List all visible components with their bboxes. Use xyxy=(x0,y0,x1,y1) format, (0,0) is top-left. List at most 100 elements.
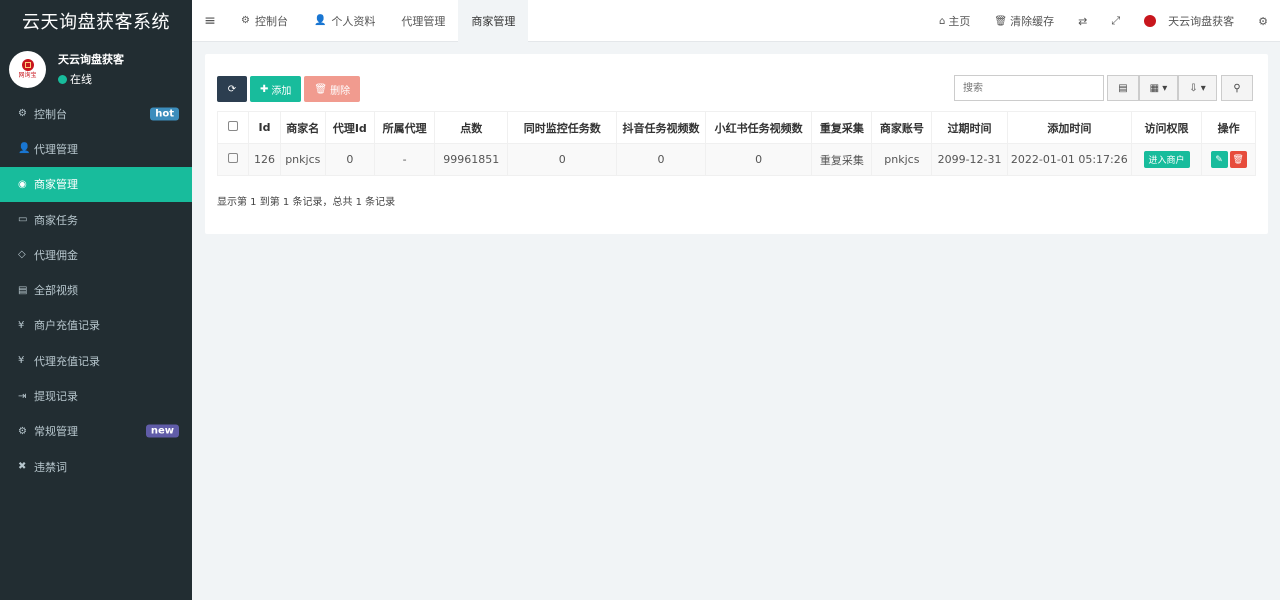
column-header[interactable]: 访问权限 xyxy=(1130,111,1203,144)
home-link[interactable]: ⌂ 主页 xyxy=(927,13,982,29)
table-cell: 99961851 xyxy=(434,143,509,176)
edit-icon[interactable]: ✎ xyxy=(1210,151,1228,168)
user-name: 天云询盘获客 xyxy=(58,53,124,66)
search-button[interactable]: ⚲ xyxy=(1221,75,1253,101)
tab-3[interactable]: 商家管理 xyxy=(458,0,529,42)
dashboard-icon: ⚙ xyxy=(18,108,27,120)
sidebar-item-0[interactable]: ⚙ 控制台 hot xyxy=(0,96,192,131)
sidebar-menu: ⚙ 控制台 hot 👤 代理管理 ◉ 商家管理 ▭ 商家任务 ◇ 代理佣金 ▤ 全部视频 ¥ 商户充值记录 ¥… xyxy=(0,96,192,484)
cogs-icon: ⚙ xyxy=(18,425,27,437)
column-header[interactable]: Id xyxy=(248,111,282,144)
tab-0[interactable]: ⚙ 控制台 xyxy=(228,0,301,42)
column-header[interactable]: 代理Id xyxy=(324,111,376,144)
merchant-table: Id 商家名 代理Id 所属代理 点数 同时监控任务数 抖音任务视频数 小红书任务视频数 重复采… xyxy=(216,111,1256,176)
column-header[interactable]: 商家账号 xyxy=(871,111,933,144)
column-header[interactable]: 添加时间 xyxy=(1006,111,1132,144)
sidebar-item-label: 违禁词 xyxy=(34,460,67,474)
plus-icon: ✚ xyxy=(260,83,269,95)
home-icon: ⌂ xyxy=(939,15,946,27)
settings-icon[interactable]: ⚙ xyxy=(1246,15,1280,28)
account-menu[interactable]: 天云询盘获客 xyxy=(1132,13,1246,29)
table-cell: 126 xyxy=(248,143,282,176)
search-input[interactable] xyxy=(954,75,1104,101)
sidebar: 云天询盘获客系统 网询宝 天云询盘获客 在线 ⚙ 控制台 hot 👤 代理管理 ◉ 商家管理… xyxy=(0,0,192,600)
column-header[interactable]: 抖音任务视频数 xyxy=(616,111,706,144)
content-panel: ⟳ ✚添加 🗑删除 ▤ ▦ ▾ ⇩ ▾ ⚲ Id商家名代理Id所属代理点数同时监… xyxy=(205,54,1268,234)
user-icon: 👤 xyxy=(313,15,327,26)
column-header[interactable]: 点数 xyxy=(434,111,509,144)
tab-1[interactable]: 👤 个人资料 xyxy=(301,0,388,42)
sidebar-item-10[interactable]: ✖ 违禁词 xyxy=(0,449,192,484)
grid-icon: ▦ ▾ xyxy=(1149,82,1168,94)
avatar: 网询宝 xyxy=(9,50,46,88)
table-cell: 0 xyxy=(507,143,618,176)
columns-button[interactable]: ▦ ▾ xyxy=(1139,75,1178,101)
table-cell: 2099-12-31 xyxy=(931,143,1008,176)
sidebar-badge: hot xyxy=(150,107,179,121)
trash-icon: 🗑 xyxy=(314,83,328,95)
table-cell: 0 xyxy=(616,143,706,176)
trash-icon: 🗑 xyxy=(994,15,1008,27)
sidebar-item-6[interactable]: ¥ 商户充值记录 xyxy=(0,308,192,343)
tab-2[interactable]: 代理管理 xyxy=(388,0,458,42)
eye-icon: ◉ xyxy=(18,178,27,190)
sidebar-item-8[interactable]: ⇥ 提现记录 xyxy=(0,378,192,413)
row-checkbox[interactable] xyxy=(216,143,250,176)
column-header[interactable]: 小红书任务视频数 xyxy=(704,111,813,144)
table-cell: pnkjcs xyxy=(280,143,326,176)
sidebar-item-label: 提现记录 xyxy=(34,390,78,404)
delete-icon[interactable]: 🗑 xyxy=(1229,151,1247,168)
keyboard-icon: ▭ xyxy=(18,214,28,226)
table-cell: - xyxy=(374,143,436,176)
actions-cell: ✎ 🗑 xyxy=(1201,143,1256,176)
app-title[interactable]: 云天询盘获客系统 xyxy=(0,0,192,42)
account-avatar xyxy=(1144,15,1157,27)
sidebar-item-1[interactable]: 👤 代理管理 xyxy=(0,131,192,166)
sidebar-item-label: 代理佣金 xyxy=(34,248,78,262)
table-cell: 重复采集 xyxy=(811,143,873,176)
table-header: Id 商家名 代理Id 所属代理 点数 同时监控任务数 抖音任务视频数 小红书任务视频数 重复采… xyxy=(216,111,1256,144)
nav-tabs: ⚙ 控制台 👤 个人资料 代理管理 商家管理 xyxy=(228,0,529,42)
sidebar-item-9[interactable]: ⚙ 常规管理 new xyxy=(0,414,192,449)
menu-toggle-icon[interactable]: ≡ xyxy=(192,13,228,29)
search-icon: ⚲ xyxy=(1233,82,1241,94)
clear-cache-button[interactable]: 🗑 清除缓存 xyxy=(982,13,1066,29)
sidebar-item-5[interactable]: ▤ 全部视频 xyxy=(0,272,192,307)
access-cell: 进入商户 xyxy=(1130,143,1203,176)
column-header[interactable]: 过期时间 xyxy=(931,111,1008,144)
dashboard-icon: ⚙ xyxy=(241,15,250,26)
user-status: 在线 xyxy=(58,71,124,87)
diamond-icon: ◇ xyxy=(18,249,26,261)
column-header[interactable]: 重复采集 xyxy=(811,111,873,144)
sidebar-item-label: 控制台 xyxy=(34,107,67,121)
times-icon: ✖ xyxy=(18,461,27,473)
table-cell: 0 xyxy=(324,143,376,176)
toggle-view-button[interactable]: ▤ xyxy=(1107,75,1139,101)
sidebar-item-label: 商户充值记录 xyxy=(34,319,100,333)
export-button[interactable]: ⇩ ▾ xyxy=(1178,75,1217,101)
download-icon: ⇩ ▾ xyxy=(1189,82,1206,94)
refresh-button[interactable]: ⟳ xyxy=(217,76,247,102)
sidebar-item-7[interactable]: ¥ 代理充值记录 xyxy=(0,343,192,378)
sidebar-item-4[interactable]: ◇ 代理佣金 xyxy=(0,237,192,272)
yen-icon: ¥ xyxy=(18,355,25,367)
add-button[interactable]: ✚ 添加 xyxy=(250,76,302,102)
sidebar-item-label: 全部视频 xyxy=(34,284,78,298)
enter-merchant-button[interactable]: 进入商户 xyxy=(1143,151,1190,168)
sidebar-item-2[interactable]: ◉ 商家管理 xyxy=(0,166,192,202)
column-header[interactable]: 操作 xyxy=(1201,111,1256,144)
column-header[interactable]: 同时监控任务数 xyxy=(507,111,618,144)
translate-icon[interactable]: ⇄ xyxy=(1066,15,1099,28)
refresh-icon: ⟳ xyxy=(227,83,237,95)
fullscreen-icon[interactable]: ⤢ xyxy=(1099,14,1132,28)
delete-button[interactable]: 🗑 删除 xyxy=(304,76,361,102)
select-all-checkbox[interactable] xyxy=(216,111,250,144)
column-header[interactable]: 商家名 xyxy=(280,111,326,144)
logo-seal-icon xyxy=(21,59,34,71)
sign-in-icon: ⇥ xyxy=(18,390,27,402)
user-panel: 网询宝 天云询盘获客 在线 xyxy=(0,42,192,96)
column-header[interactable]: 所属代理 xyxy=(374,111,436,144)
pagination-summary: 显示第 1 到第 1 条记录，总共 1 条记录 xyxy=(217,197,396,208)
sidebar-item-3[interactable]: ▭ 商家任务 xyxy=(0,202,192,237)
sidebar-item-label: 代理管理 xyxy=(34,142,78,156)
